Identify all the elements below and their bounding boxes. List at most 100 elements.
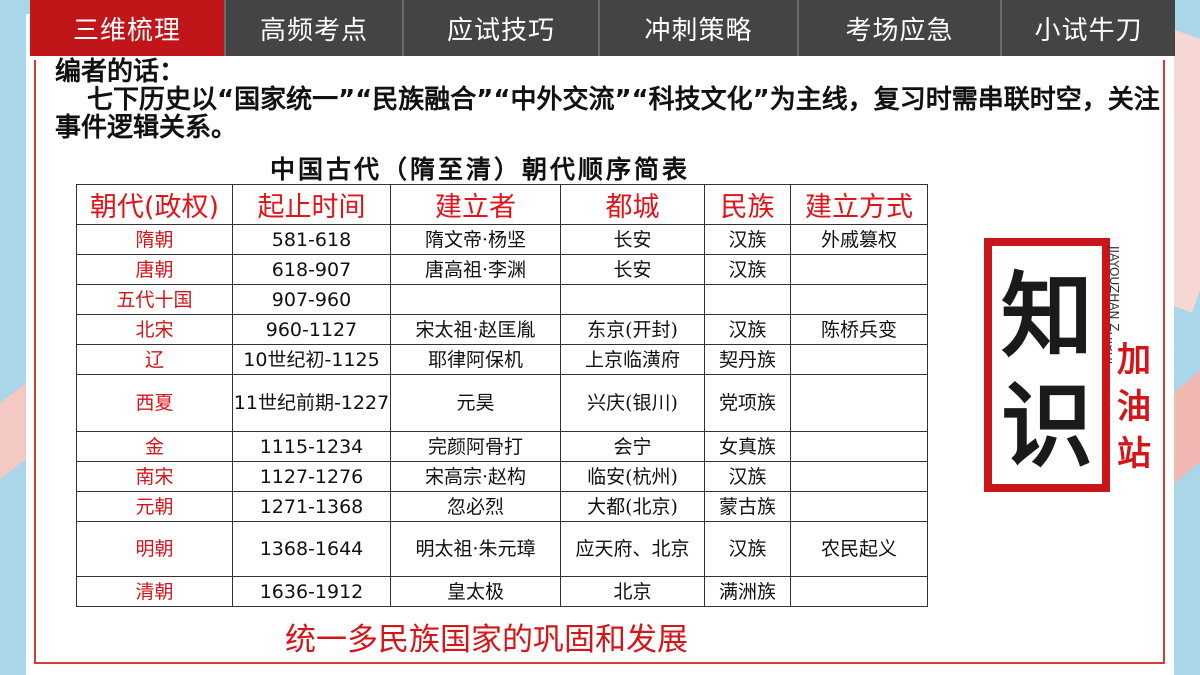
col-header: 朝代(政权): [76, 184, 233, 225]
cell-method: [790, 344, 928, 375]
table-row: 北宋 960-1127 宋太祖·赵匡胤 东京(开封) 汉族 陈桥兵变: [76, 314, 928, 345]
col-header: 民族: [704, 184, 791, 225]
table-row: 清朝 1636-1912 皇太极 北京 满洲族: [76, 576, 928, 607]
cell-ethnicity: 汉族: [704, 521, 791, 577]
zhishi-jiayouzhan-logo: 知 识 JIAYOUZHAN ZHISHI 加 油 站: [984, 238, 1154, 492]
editor-note-heading: 编者的话：: [55, 57, 186, 87]
cell-period: 618-907: [232, 254, 391, 285]
cell-founder: [390, 284, 561, 315]
logo-small-text: 加 油 站: [1112, 331, 1154, 481]
cell-method: [790, 374, 928, 432]
logo-big-char-2: 识: [1001, 372, 1093, 480]
cell-founder: 忽必烈: [390, 491, 561, 522]
cell-ethnicity: 汉族: [704, 254, 791, 285]
cell-capital: 兴庆(银川): [560, 374, 705, 432]
cell-method: [790, 576, 928, 607]
col-header: 建立者: [390, 184, 561, 225]
cell-founder: 宋太祖·赵匡胤: [390, 314, 561, 345]
table-header-row: 朝代(政权) 起止时间 建立者 都城 民族 建立方式: [76, 184, 928, 225]
cell-founder: 耶律阿保机: [390, 344, 561, 375]
table-caption: 统一多民族国家的巩固和发展: [285, 622, 688, 658]
cell-method: [790, 254, 928, 285]
cell-dynasty: 西夏: [76, 374, 233, 432]
cell-capital: 临安(杭州): [560, 461, 705, 492]
cell-capital: [560, 284, 705, 315]
dynasty-table: 朝代(政权) 起止时间 建立者 都城 民族 建立方式 隋朝 581-618 隋文…: [76, 184, 928, 607]
cell-dynasty: 北宋: [76, 314, 233, 345]
cell-founder: 元昊: [390, 374, 561, 432]
cell-ethnicity: [704, 284, 791, 315]
cell-founder: 隋文帝·杨坚: [390, 224, 561, 255]
cell-capital: 应天府、北京: [560, 521, 705, 577]
cell-ethnicity: 女真族: [704, 431, 791, 462]
col-header: 都城: [560, 184, 705, 225]
editor-note-body: 七下历史以“国家统一”“民族融合”“中外交流”“科技文化”为主线，复习时需串联时…: [55, 85, 1160, 143]
cell-method: 陈桥兵变: [790, 314, 928, 345]
tab-gaopin-kaodian[interactable]: 高频考点: [226, 0, 404, 56]
cell-founder: 唐高祖·李渊: [390, 254, 561, 285]
cell-method: 农民起义: [790, 521, 928, 577]
cell-ethnicity: 满洲族: [704, 576, 791, 607]
cell-ethnicity: 汉族: [704, 461, 791, 492]
cell-dynasty: 元朝: [76, 491, 233, 522]
cell-dynasty: 金: [76, 431, 233, 462]
cell-period: 960-1127: [232, 314, 391, 345]
tab-sanwei-shuli[interactable]: 三维梳理: [30, 0, 226, 56]
cell-dynasty: 辽: [76, 344, 233, 375]
tab-chongci-celue[interactable]: 冲刺策略: [600, 0, 799, 56]
cell-method: 外戚篡权: [790, 224, 928, 255]
cell-capital: 上京临潢府: [560, 344, 705, 375]
table-title: 中国古代（隋至清）朝代顺序简表: [270, 155, 691, 184]
cell-method: [790, 431, 928, 462]
cell-period: 10世纪初-1125: [232, 344, 391, 375]
tab-xiaoshi-niudao[interactable]: 小试牛刀: [1002, 0, 1175, 56]
cell-founder: 宋高宗·赵构: [390, 461, 561, 492]
top-nav: 三维梳理 高频考点 应试技巧 冲刺策略 考场应急 小试牛刀: [30, 0, 1175, 56]
cell-dynasty: 清朝: [76, 576, 233, 607]
cell-dynasty: 明朝: [76, 521, 233, 577]
col-header: 起止时间: [232, 184, 391, 225]
cell-method: [790, 284, 928, 315]
cell-dynasty: 唐朝: [76, 254, 233, 285]
cell-period: 581-618: [232, 224, 391, 255]
cell-period: 907-960: [232, 284, 391, 315]
table-row: 元朝 1271-1368 忽必烈 大都(北京) 蒙古族: [76, 491, 928, 522]
cell-founder: 皇太极: [390, 576, 561, 607]
tab-kaochang-yingji[interactable]: 考场应急: [799, 0, 1002, 56]
svg-text:站: 站: [1117, 434, 1151, 474]
logo-big-char-1: 知: [1001, 262, 1093, 370]
table-row: 五代十国 907-960: [76, 284, 928, 315]
table-row: 唐朝 618-907 唐高祖·李渊 长安 汉族: [76, 254, 928, 285]
table-row: 明朝 1368-1644 明太祖·朱元璋 应天府、北京 汉族 农民起义: [76, 521, 928, 577]
cell-period: 1636-1912: [232, 576, 391, 607]
cell-ethnicity: 汉族: [704, 224, 791, 255]
table-row: 隋朝 581-618 隋文帝·杨坚 长安 汉族 外戚篡权: [76, 224, 928, 255]
cell-capital: 会宁: [560, 431, 705, 462]
table-row: 南宋 1127-1276 宋高宗·赵构 临安(杭州) 汉族: [76, 461, 928, 492]
editor-note: 编者的话： 七下历史以“国家统一”“民族融合”“中外交流”“科技文化”为主线，复…: [55, 58, 1175, 142]
cell-dynasty: 南宋: [76, 461, 233, 492]
tab-yingshi-jiqiao[interactable]: 应试技巧: [404, 0, 600, 56]
cell-period: 1127-1276: [232, 461, 391, 492]
cell-period: 1271-1368: [232, 491, 391, 522]
cell-ethnicity: 党项族: [704, 374, 791, 432]
cell-period: 1368-1644: [232, 521, 391, 577]
table-row: 辽 10世纪初-1125 耶律阿保机 上京临潢府 契丹族: [76, 344, 928, 375]
col-header: 建立方式: [790, 184, 928, 225]
cell-capital: 东京(开封): [560, 314, 705, 345]
svg-text:加: 加: [1117, 340, 1151, 380]
cell-dynasty: 五代十国: [76, 284, 233, 315]
cell-ethnicity: 蒙古族: [704, 491, 791, 522]
table-row: 西夏 11世纪前期-1227 元昊 兴庆(银川) 党项族: [76, 374, 928, 432]
cell-period: 1115-1234: [232, 431, 391, 462]
cell-period: 11世纪前期-1227: [232, 374, 391, 432]
cell-method: [790, 491, 928, 522]
cell-ethnicity: 汉族: [704, 314, 791, 345]
cell-founder: 完颜阿骨打: [390, 431, 561, 462]
cell-capital: 长安: [560, 224, 705, 255]
cell-capital: 大都(北京): [560, 491, 705, 522]
cell-capital: 北京: [560, 576, 705, 607]
cell-method: [790, 461, 928, 492]
svg-text:油: 油: [1117, 387, 1151, 427]
cell-capital: 长安: [560, 254, 705, 285]
